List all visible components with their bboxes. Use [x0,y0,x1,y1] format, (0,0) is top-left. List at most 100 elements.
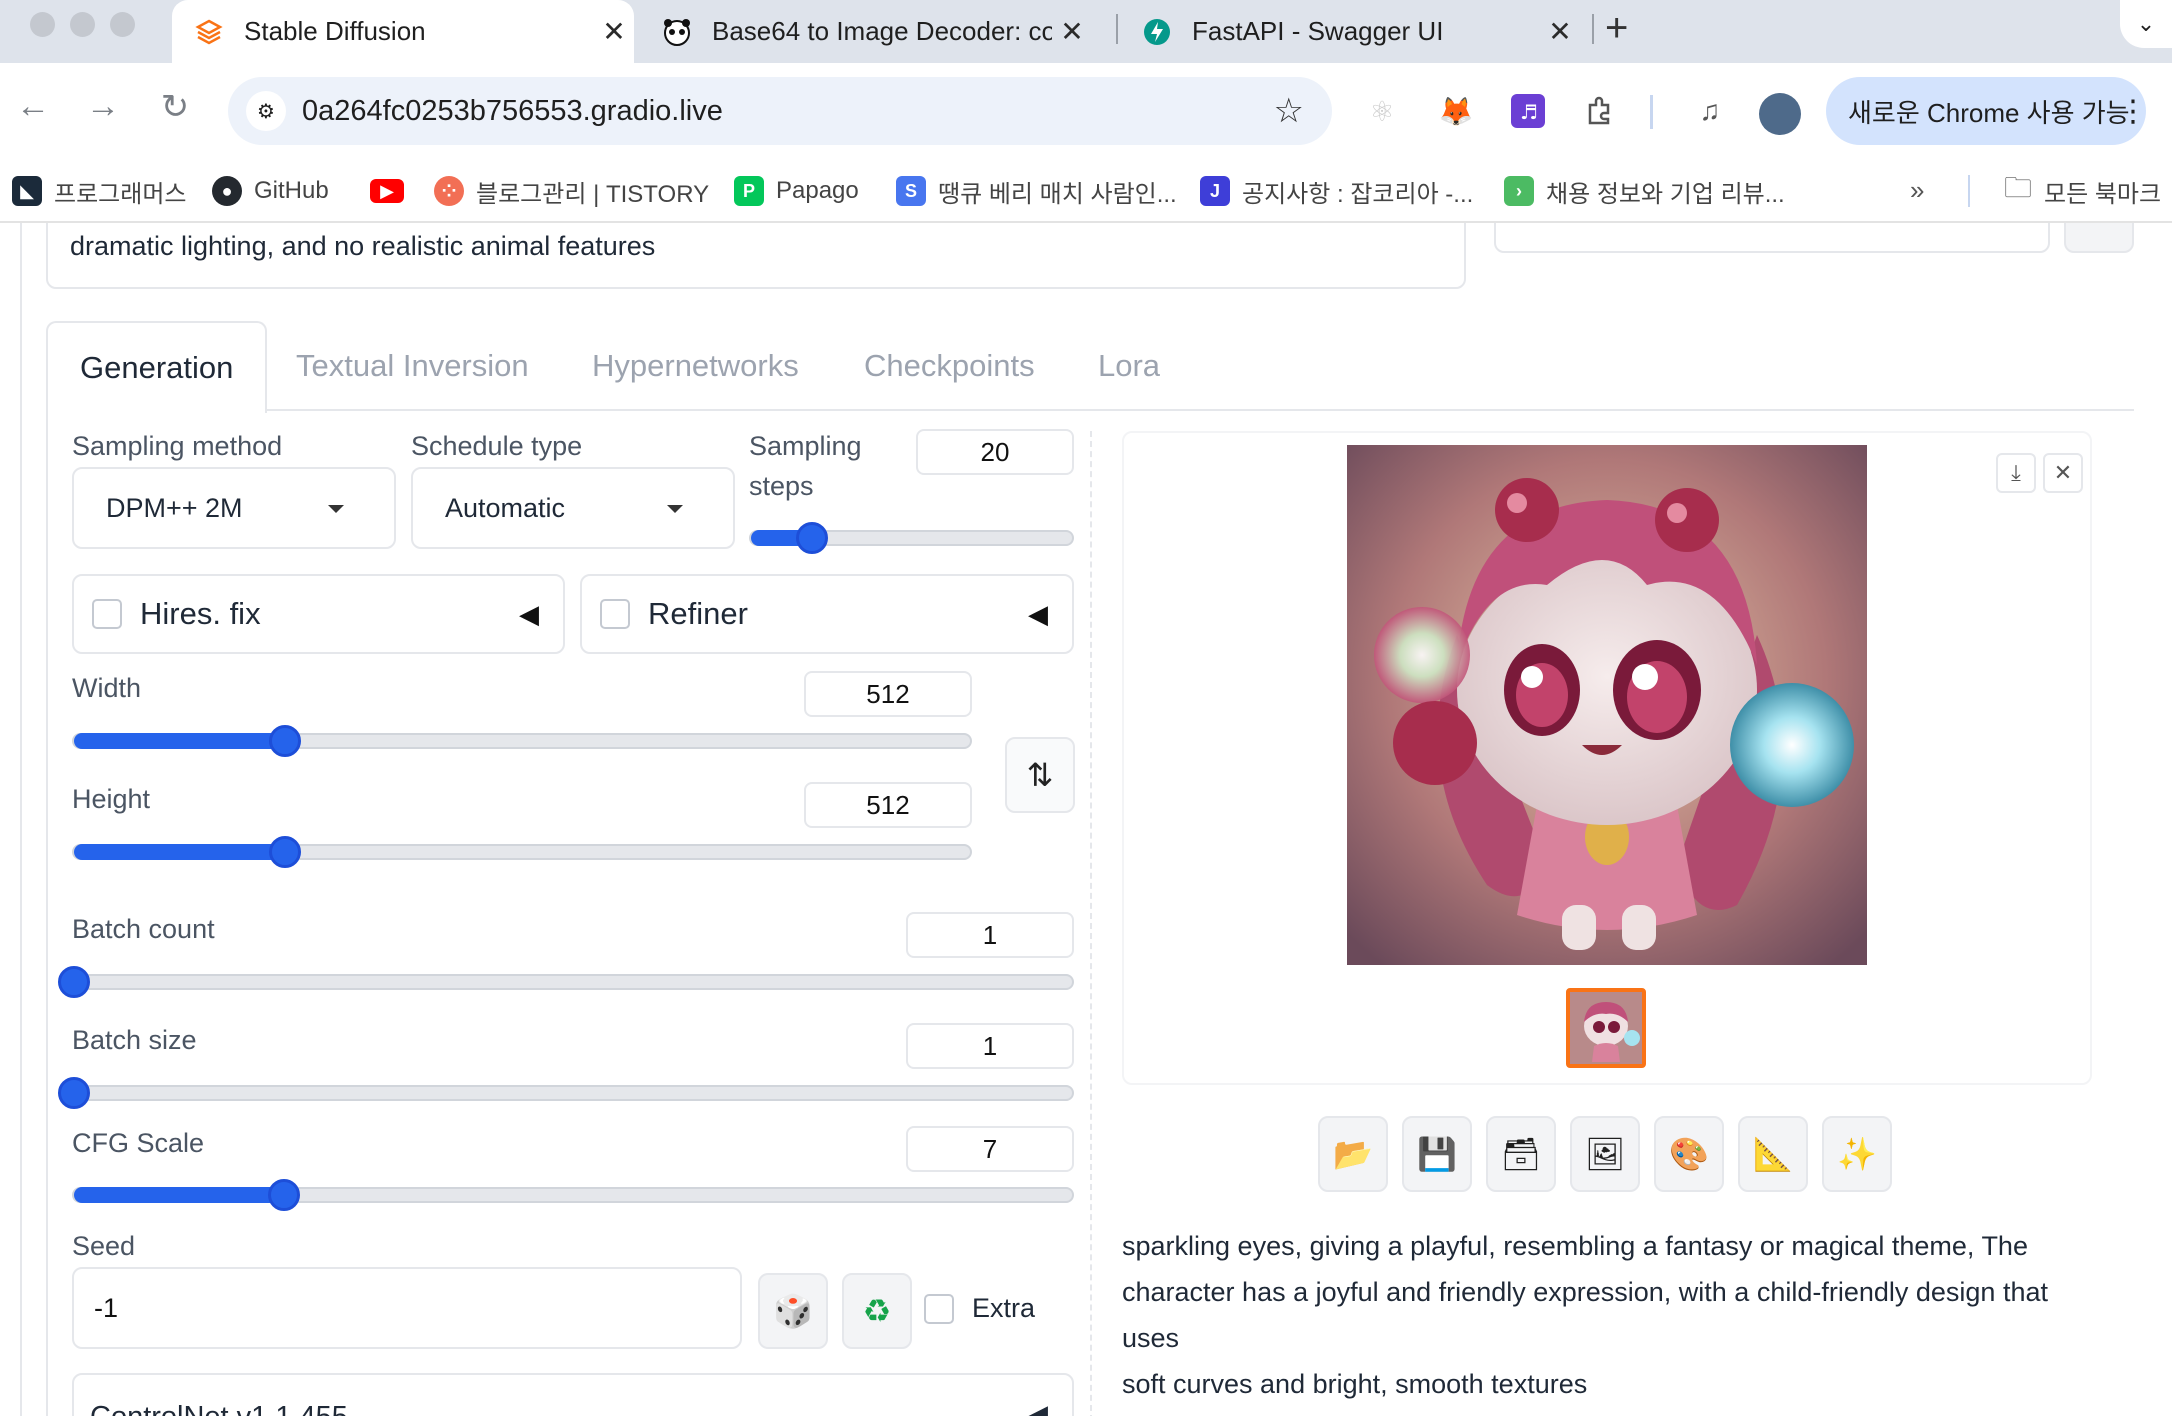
save-button[interactable]: 💾 [1402,1116,1472,1192]
download-icon[interactable]: ⤓ [1996,453,2036,493]
style-input[interactable] [1494,223,2050,253]
tab-lora[interactable]: Lora [1098,321,1160,411]
browser-tab-fastapi[interactable]: FastAPI - Swagger UI ✕ [1120,0,1580,63]
window-close-button[interactable] [30,12,55,37]
forward-icon[interactable]: → [78,87,128,126]
bookmark-jobplanet[interactable]: › 채용 정보와 기업 리뷰... [1504,171,1785,211]
sampling-method-value: DPM++ 2M [106,492,243,523]
site-info-icon[interactable]: ⚙ [246,91,286,131]
bookmark-jobkorea[interactable]: J 공지사항 : 잡코리아 -... [1200,171,1473,211]
new-tab-icon[interactable]: + [1605,6,1628,51]
zip-icon: 🗃 [1500,1136,1542,1172]
bookmark-github[interactable]: ● GitHub [212,171,329,211]
seed-input[interactable]: -1 [72,1267,742,1349]
chevron-double-right-icon[interactable]: » [1910,175,1924,206]
collapse-arrow-icon[interactable]: ◀ [1028,599,1048,630]
swap-dimensions-button[interactable]: ⇅ [1005,737,1075,813]
random-seed-button[interactable]: 🎲 [758,1273,828,1349]
style-button[interactable] [2064,223,2134,253]
close-icon[interactable]: ✕ [1540,15,1580,48]
chevron-down-icon[interactable]: ⌄ [2120,0,2172,48]
save-icon: 💾 [1417,1136,1457,1172]
batch-size-slider[interactable] [58,1077,1074,1109]
tab-label: Hypernetworks [592,348,799,383]
slider-thumb[interactable] [267,1179,300,1211]
bookmark-programmers[interactable]: ◣ 프로그래머스 [12,171,186,211]
send-to-img2img-button[interactable]: 🖼 [1570,1116,1640,1192]
sampling-steps-slider[interactable] [749,522,1074,554]
width-value: 512 [866,678,910,709]
batch-count-slider[interactable] [58,966,1074,998]
tab-generation[interactable]: Generation [46,321,268,413]
reuse-seed-button[interactable]: ♻ [842,1273,912,1349]
slider-thumb[interactable] [268,836,301,868]
prompt-textarea[interactable]: dramatic lighting, and no realistic anim… [46,223,1466,289]
extra-checkbox[interactable] [924,1293,954,1324]
width-slider[interactable] [72,725,972,757]
gallery-thumbnail[interactable] [1566,988,1646,1068]
collapse-arrow-icon[interactable]: ◀ [1028,1399,1048,1416]
window-zoom-button[interactable] [110,12,135,37]
close-icon[interactable]: ✕ [1052,15,1092,48]
profile-avatar[interactable] [1759,93,1801,135]
cfg-scale-slider[interactable] [72,1179,1074,1211]
sampling-steps-input[interactable]: 20 [916,429,1074,475]
bookmark-tistory[interactable]: ⁘ 블로그관리 | TISTORY [434,171,709,211]
send-to-inpaint-button[interactable]: 🎨 [1654,1116,1724,1192]
collapse-arrow-icon[interactable]: ◀ [519,599,539,630]
sampling-method-dropdown[interactable]: DPM++ 2M [72,467,396,549]
bookmark-star-icon[interactable]: ☆ [1274,91,1304,131]
sparkle-button[interactable]: ✨ [1822,1116,1892,1192]
seed-value: -1 [94,1292,119,1323]
bookmark-papago[interactable]: P Papago [734,171,859,211]
open-folder-button[interactable]: 📂 [1318,1116,1388,1192]
music-extension-icon[interactable]: ♬ [1508,91,1548,131]
slider-thumb[interactable] [58,966,90,998]
bookmark-youtube[interactable]: ▶ [370,171,416,211]
metamask-extension-icon[interactable]: 🦊 [1436,91,1476,131]
cfg-scale-value: 7 [982,1133,998,1164]
batch-count-input[interactable]: 1 [906,912,1074,958]
media-control-icon[interactable]: ♫ [1690,91,1730,131]
extensions-puzzle-icon[interactable] [1580,91,1620,131]
more-menu-icon[interactable]: ⋮ [2118,94,2148,129]
slider-thumb[interactable] [795,522,828,554]
chrome-update-button[interactable]: 새로운 Chrome 사용 가능 ⋮ [1826,77,2148,145]
hires-fix-accordion[interactable]: Hires. fix ◀ [72,574,565,654]
controlnet-accordion[interactable]: ControlNet v1.1.455 ◀ [72,1373,1074,1416]
browser-tab-base64[interactable]: Base64 to Image Decoder: co ✕ [640,0,1100,63]
folder-icon: 🗀 [2004,172,2033,203]
refiner-accordion[interactable]: Refiner ◀ [580,574,1074,654]
browser-tab-stable-diffusion[interactable]: Stable Diffusion ✕ [172,0,634,63]
react-extension-icon[interactable]: ⚛ [1362,91,1402,131]
window-minimize-button[interactable] [70,12,95,37]
bookmark-label: Papago [776,177,859,204]
refiner-checkbox[interactable] [600,599,630,629]
zip-button[interactable]: 🗃 [1486,1116,1556,1192]
tab-textual-inversion[interactable]: Textual Inversion [296,321,529,411]
back-icon[interactable]: ← [8,87,58,126]
slider-thumb[interactable] [58,1077,90,1109]
close-icon[interactable]: ✕ [2043,453,2083,493]
generation-info: sparkling eyes, giving a playful, resemb… [1122,1223,2102,1416]
hires-fix-checkbox[interactable] [92,599,122,629]
bookmark-saramin[interactable]: S 땡큐 베리 매치 사람인... [896,171,1177,211]
tab-checkpoints[interactable]: Checkpoints [864,321,1035,411]
info-line: Negative prompt: Avoid dark or muted col… [1122,1407,2102,1416]
send-to-extras-button[interactable]: 📐 [1738,1116,1808,1192]
schedule-type-dropdown[interactable]: Automatic [411,467,735,549]
slider-thumb[interactable] [268,725,301,757]
height-input[interactable]: 512 [804,782,972,828]
close-icon[interactable]: ✕ [594,15,634,48]
tab-hypernetworks[interactable]: Hypernetworks [592,321,799,411]
batch-size-input[interactable]: 1 [906,1023,1074,1069]
tab-label: Checkpoints [864,348,1035,383]
extra-seed-toggle[interactable]: Extra [924,1293,1035,1324]
reload-icon[interactable]: ↻ [150,87,200,127]
height-slider[interactable] [72,836,972,868]
address-bar[interactable]: ⚙ 0a264fc0253b756553.gradio.live ☆ [228,77,1332,145]
all-bookmarks-button[interactable]: 🗀 모든 북마크 [2004,171,2161,211]
generated-image[interactable] [1347,445,1867,965]
width-input[interactable]: 512 [804,671,972,717]
cfg-scale-input[interactable]: 7 [906,1126,1074,1172]
